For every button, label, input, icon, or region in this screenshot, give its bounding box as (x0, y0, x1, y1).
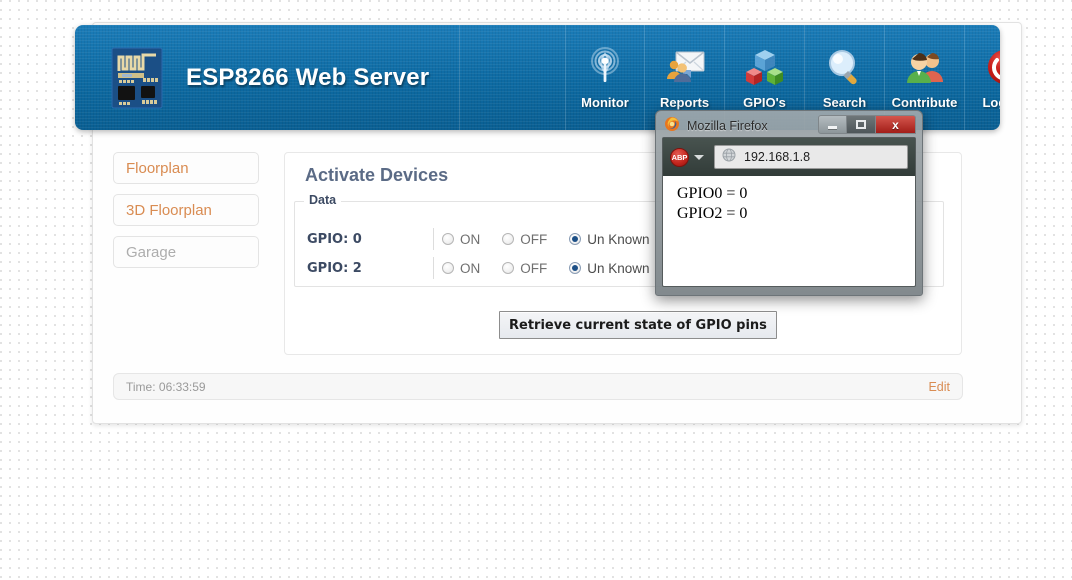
url-text: 192.168.1.8 (744, 150, 811, 164)
edit-link[interactable]: Edit (928, 380, 950, 394)
envelope-users-icon (663, 46, 707, 90)
nav-label: Reports (659, 94, 710, 110)
content-line: GPIO2 = 0 (677, 205, 748, 222)
firefox-toolbar: ABP 192.168.1.8 (663, 138, 915, 176)
radio-label: OFF (520, 260, 548, 276)
minimize-icon (828, 126, 837, 129)
maximize-button[interactable] (847, 115, 876, 134)
url-input[interactable]: 192.168.1.8 (714, 145, 908, 169)
gpio2-radio-group: ON OFF Un Known (433, 257, 650, 279)
gpio-label: GPIO: 2 (307, 260, 362, 276)
sidebar-item-label: Floorplan (126, 160, 189, 177)
adblock-plus-icon[interactable]: ABP (670, 147, 689, 167)
radio-indicator (569, 262, 582, 274)
gpio2-radio-off[interactable]: OFF (502, 261, 547, 276)
magnifier-icon (823, 46, 867, 90)
close-icon: x (892, 117, 899, 132)
esp8266-module-icon (110, 47, 164, 109)
panel-title: Activate Devices (305, 165, 449, 185)
maximize-icon (856, 120, 866, 129)
fieldset-legend: Data (304, 193, 342, 207)
colored-cubes-icon (743, 46, 787, 90)
window-title: Mozilla Firefox (687, 119, 768, 133)
radio-label: Un Known (587, 231, 650, 247)
button-label: Retrieve current state of GPIO pins (509, 317, 767, 333)
nav-label: Monitor (581, 94, 629, 110)
footer-bar: Time: 06:33:59 Edit (113, 373, 963, 400)
radio-label: Un Known (587, 260, 650, 276)
chevron-down-icon[interactable] (694, 154, 704, 160)
nav-item-logout[interactable]: Logout (965, 25, 1000, 130)
firefox-window[interactable]: Mozilla Firefox x ABP 192.168.1.8 GPIO0 … (655, 110, 923, 296)
sidebar-item-label: 3D Floorplan (126, 202, 212, 219)
gpio0-radio-on[interactable]: ON (442, 232, 480, 247)
gpio2-radio-unknown[interactable]: Un Known (569, 260, 650, 276)
firefox-titlebar[interactable]: Mozilla Firefox x (662, 115, 916, 137)
sidebar-item-floorplan[interactable]: Floorplan (113, 152, 259, 184)
nav-label: Contribute (891, 94, 958, 110)
page-title: ESP8266 Web Server (186, 63, 430, 91)
time-status: Time: 06:33:59 (126, 379, 206, 394)
sidebar-item-garage[interactable]: Garage (113, 236, 259, 268)
sidebar-item-label: Garage (126, 244, 177, 261)
nav-label: Search (822, 94, 867, 110)
close-button[interactable]: x (876, 115, 916, 134)
retrieve-gpio-state-button[interactable]: Retrieve current state of GPIO pins (499, 311, 777, 339)
radio-indicator (569, 233, 582, 245)
two-people-icon (903, 46, 947, 90)
radio-label: ON (460, 231, 481, 247)
firefox-page-content: GPIO0 = 0 GPIO2 = 0 (663, 176, 915, 286)
gpio0-radio-group: ON OFF Un Known (433, 228, 650, 250)
globe-icon (722, 148, 736, 167)
nav-label: Logout (982, 94, 1000, 110)
gpio0-radio-off[interactable]: OFF (502, 232, 547, 247)
gpio0-radio-unknown[interactable]: Un Known (569, 231, 650, 247)
minimize-button[interactable] (818, 115, 847, 134)
nav-label: GPIO's (743, 94, 786, 110)
brand: ESP8266 Web Server (110, 25, 461, 130)
window-controls: x (818, 115, 916, 135)
radio-indicator (502, 233, 515, 245)
radio-indicator (442, 233, 454, 245)
content-line: GPIO0 = 0 (677, 185, 748, 202)
radio-label: OFF (520, 231, 548, 247)
wifi-signal-icon (583, 46, 627, 90)
radio-label: ON (460, 260, 481, 276)
sidebar-item-3d-floorplan[interactable]: 3D Floorplan (113, 194, 259, 226)
firefox-logo-icon (662, 116, 680, 137)
nav-item-monitor[interactable]: Monitor (565, 25, 645, 130)
radio-indicator (502, 262, 515, 274)
sidebar: Floorplan 3D Floorplan Garage (113, 152, 259, 278)
gpio-label: GPIO: 0 (307, 231, 362, 247)
gpio2-radio-on[interactable]: ON (442, 261, 480, 276)
power-button-icon (983, 46, 1000, 90)
radio-indicator (442, 262, 454, 274)
firefox-chrome: ABP 192.168.1.8 GPIO0 = 0 GPIO2 = 0 (662, 137, 916, 287)
